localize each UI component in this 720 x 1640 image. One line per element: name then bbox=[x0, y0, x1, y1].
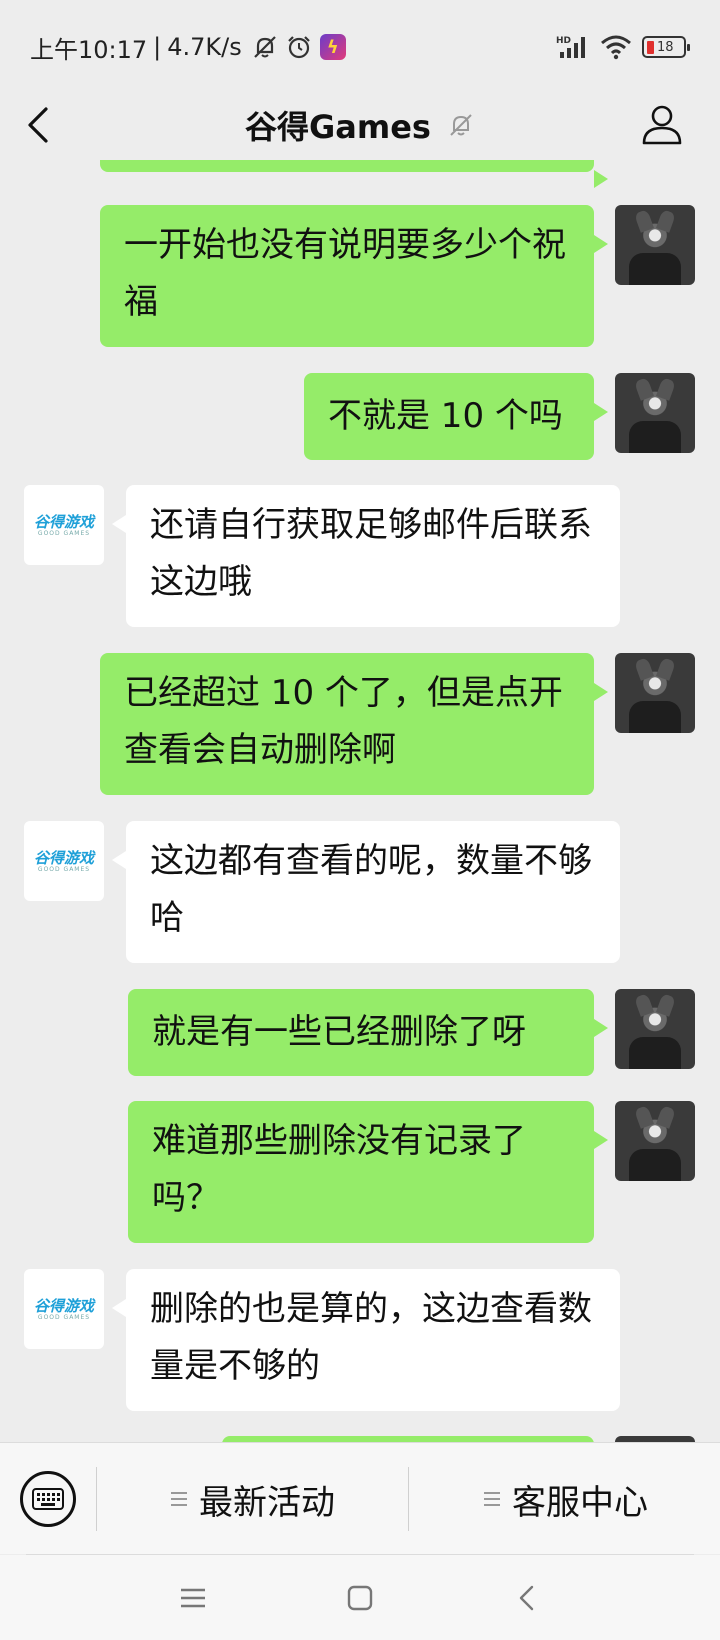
keyboard-button[interactable] bbox=[20, 1471, 76, 1527]
message-bubble[interactable]: 一开始也没有说明要多少个祝福 bbox=[100, 205, 608, 347]
message-text: 难道那些删除没有记录了吗？ bbox=[152, 1121, 526, 1218]
message-text: 这边都有查看的呢，数量不够哈 bbox=[150, 841, 592, 938]
status-bar: 上午10:17 | 4.7K/s ϟ HD 18 bbox=[0, 0, 720, 90]
wifi-icon bbox=[601, 35, 631, 60]
status-net-speed: 4.7K/s bbox=[167, 33, 242, 61]
back-icon bbox=[519, 1585, 534, 1611]
profile-icon bbox=[642, 105, 682, 145]
bot-logo: 谷得游戏 bbox=[33, 512, 94, 531]
user-avatar[interactable] bbox=[615, 373, 695, 453]
bot-logo-sub: GOOD GAMES bbox=[37, 529, 91, 537]
home-icon bbox=[347, 1585, 373, 1611]
bot-logo: 谷得游戏 bbox=[33, 1296, 94, 1315]
status-time: 上午10:17 bbox=[30, 35, 148, 64]
message-bubble[interactable]: 还请自行获取足够邮件后联系这边哦 bbox=[112, 485, 620, 627]
menu-divider bbox=[408, 1467, 409, 1531]
message-text: 不就是 10 个吗 bbox=[328, 396, 563, 436]
signal-label: HD bbox=[556, 36, 571, 46]
menu-lines-icon bbox=[484, 1492, 500, 1506]
bot-avatar[interactable]: 谷得游戏 GOOD GAMES bbox=[24, 485, 104, 565]
message-text: 还请自行获取足够邮件后联系这边哦 bbox=[150, 505, 592, 602]
profile-button[interactable] bbox=[634, 96, 690, 152]
chat-area[interactable]: 一开始也没有说明要多少个祝福 不就是 10 个吗 谷得游戏 GOOD GAMES… bbox=[0, 160, 720, 1442]
message-bubble-partial[interactable] bbox=[100, 160, 608, 188]
message-text: 就是有一些已经删除了呀 bbox=[152, 1012, 526, 1052]
user-avatar[interactable] bbox=[615, 1101, 695, 1181]
user-avatar[interactable] bbox=[615, 989, 695, 1069]
menu-item-latest-activity[interactable]: 最新活动 bbox=[100, 1471, 406, 1527]
recents-button[interactable] bbox=[168, 1573, 218, 1623]
battery-fill bbox=[647, 40, 654, 54]
battery-level: 18 bbox=[657, 39, 674, 55]
status-right: HD 18 bbox=[556, 30, 690, 64]
title-wrap: 谷得Games bbox=[0, 90, 720, 160]
page-title: 谷得Games bbox=[245, 108, 431, 146]
keyboard-icon bbox=[32, 1488, 64, 1510]
bell-mute-icon bbox=[450, 114, 472, 136]
message-text: 一开始也没有说明要多少个祝福 bbox=[124, 225, 566, 322]
back-nav-button[interactable] bbox=[502, 1573, 552, 1623]
status-separator: | bbox=[153, 33, 162, 61]
message-bubble[interactable]: 难道那些删除没有记录了吗？ bbox=[128, 1101, 608, 1243]
menu-divider bbox=[96, 1467, 97, 1531]
back-arrow-icon bbox=[28, 107, 48, 143]
bot-logo-sub: GOOD GAMES bbox=[37, 865, 91, 873]
message-bubble[interactable]: 就是有一些已经删除了呀 bbox=[128, 989, 608, 1076]
bot-logo-sub: GOOD GAMES bbox=[37, 1313, 91, 1321]
message-text: 已经超过 10 个了，但是点开查看会自动删除啊 bbox=[124, 673, 563, 770]
recents-icon bbox=[181, 1588, 205, 1608]
bottom-menu: 最新活动 客服中心 bbox=[0, 1442, 720, 1554]
message-bubble[interactable]: 不就是 10 个吗 bbox=[304, 373, 608, 460]
menu-item-label: 最新活动 bbox=[199, 1482, 335, 1523]
bot-avatar[interactable]: 谷得游戏 GOOD GAMES bbox=[24, 821, 104, 901]
chat-header: 谷得Games bbox=[0, 90, 720, 160]
user-avatar[interactable] bbox=[615, 205, 695, 285]
signal-icon: HD bbox=[556, 36, 585, 58]
menu-item-label: 客服中心 bbox=[512, 1482, 648, 1523]
message-bubble[interactable]: 这边都有查看的呢，数量不够哈 bbox=[112, 821, 620, 963]
bot-avatar[interactable]: 谷得游戏 GOOD GAMES bbox=[24, 1269, 104, 1349]
message-text: 删除的也是算的，这边查看数量是不够的 bbox=[150, 1289, 592, 1386]
menu-lines-icon bbox=[171, 1492, 187, 1506]
status-left: 上午10:17 | 4.7K/s ϟ bbox=[30, 30, 346, 64]
bot-logo: 谷得游戏 bbox=[33, 848, 94, 867]
alarm-icon bbox=[287, 36, 310, 59]
system-nav-bar bbox=[0, 1555, 720, 1640]
user-avatar[interactable] bbox=[615, 653, 695, 733]
back-button[interactable] bbox=[24, 98, 74, 152]
message-bubble[interactable]: 已经超过 10 个了，但是点开查看会自动删除啊 bbox=[100, 653, 608, 795]
message-bubble[interactable]: 删除的也是算的，这边查看数量是不够的 bbox=[112, 1269, 620, 1411]
menu-item-service-center[interactable]: 客服中心 bbox=[412, 1471, 720, 1527]
home-button[interactable] bbox=[335, 1573, 385, 1623]
app-badge-icon: ϟ bbox=[319, 34, 346, 60]
bell-mute-icon bbox=[253, 36, 276, 58]
battery-icon: 18 bbox=[642, 36, 690, 58]
